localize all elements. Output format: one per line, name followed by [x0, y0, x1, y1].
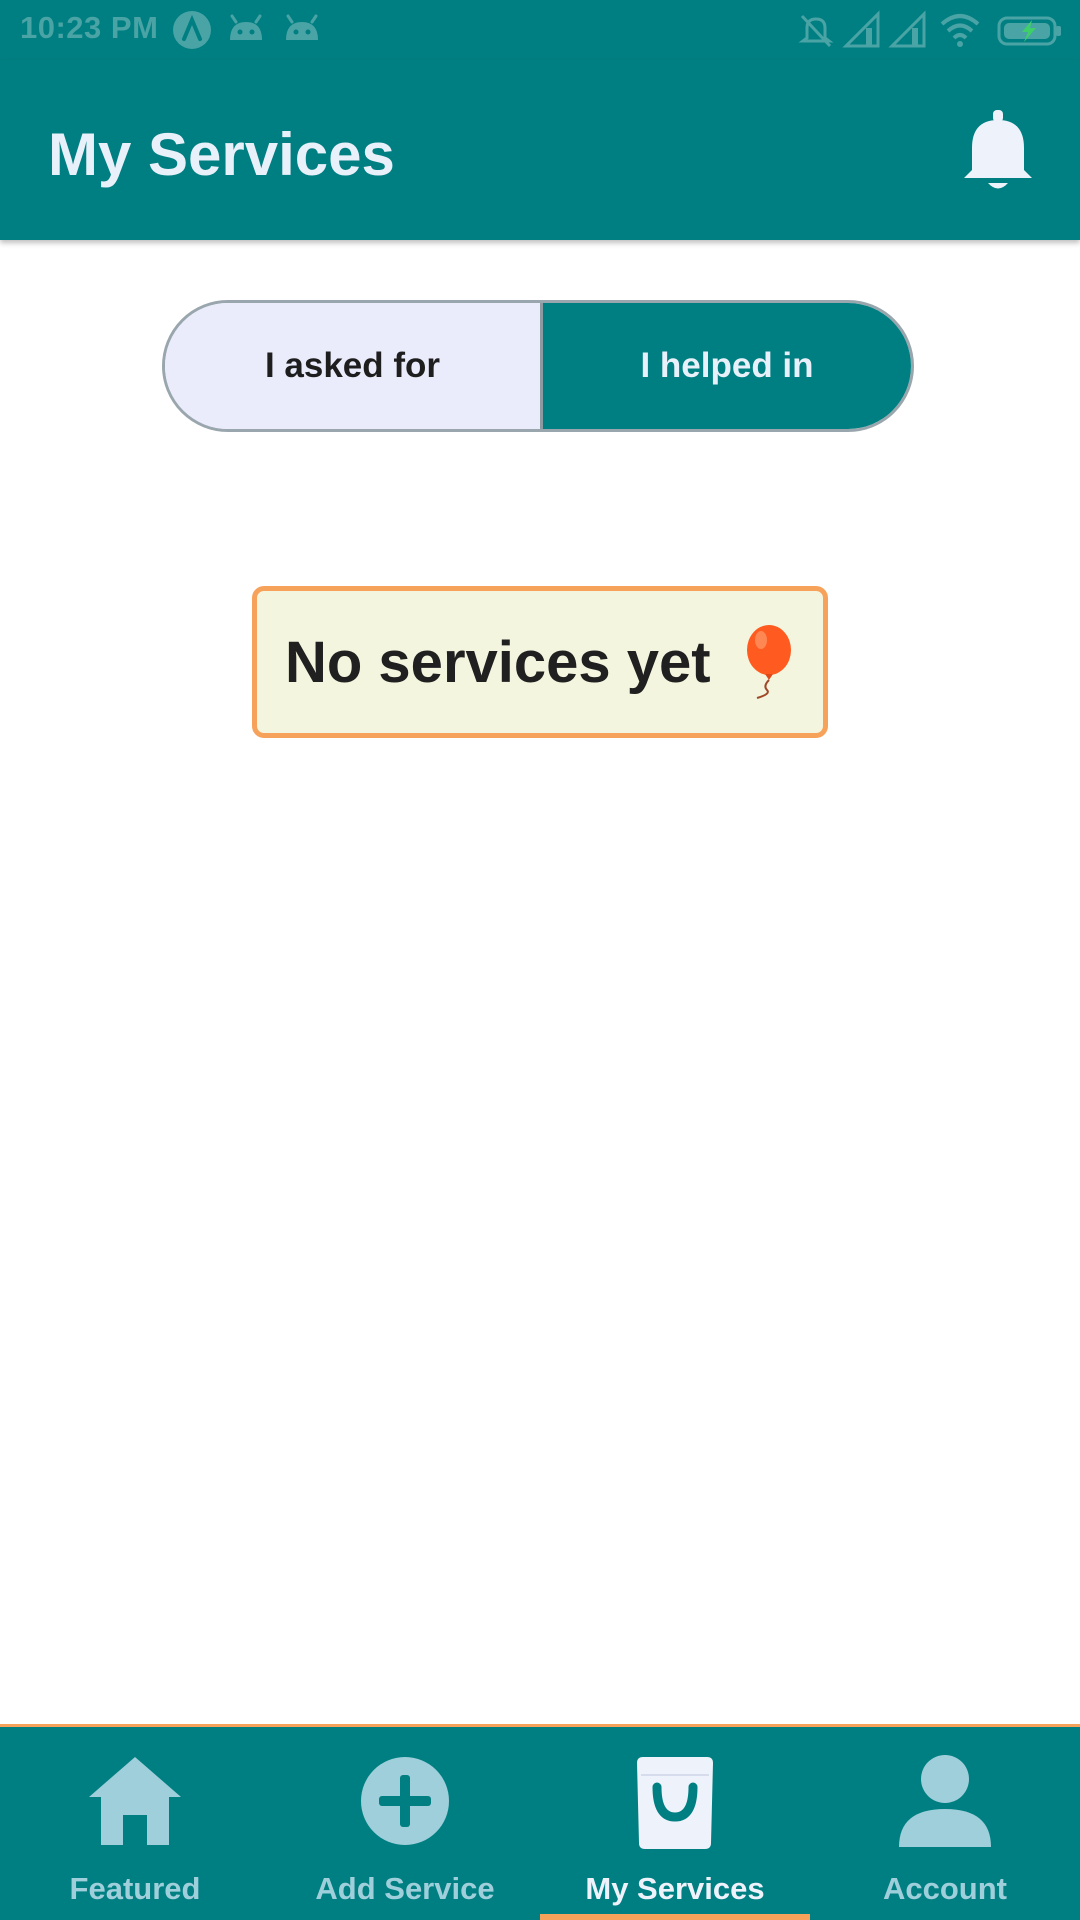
mute-bell-icon [798, 14, 834, 48]
bell-icon[interactable] [958, 104, 1038, 194]
home-icon [89, 1757, 181, 1845]
plus-circle-icon [361, 1757, 449, 1845]
app-a-icon [173, 11, 211, 49]
nav-label-add-service: Add Service [315, 1871, 495, 1906]
android-icon [286, 14, 318, 40]
app-bar: My Services [0, 60, 1080, 240]
battery-charging-icon [997, 16, 1061, 46]
person-icon [899, 1755, 991, 1847]
signal-icon [842, 10, 880, 48]
active-tab-indicator [540, 1914, 810, 1920]
nav-item-add-service[interactable]: Add Service [270, 1727, 540, 1920]
empty-state-card: No services yet [252, 586, 828, 738]
status-bar: 10:23 PM [0, 0, 1080, 60]
nav-item-featured[interactable]: Featured [0, 1727, 270, 1920]
nav-label-account: Account [883, 1871, 1007, 1906]
tab-i-helped-in[interactable]: I helped in [543, 303, 911, 429]
nav-label-my-services: My Services [585, 1871, 765, 1906]
signal-icon [888, 10, 926, 48]
shopping-bag-icon [637, 1757, 713, 1849]
empty-state-message: No services yet [285, 629, 711, 695]
nav-label-featured: Featured [69, 1871, 201, 1906]
status-time: 10:23 PM [20, 10, 159, 45]
balloon-icon [746, 625, 791, 699]
tab-i-asked-for[interactable]: I asked for [165, 303, 543, 429]
nav-item-account[interactable]: Account [810, 1727, 1080, 1920]
nav-item-my-services[interactable]: My Services [540, 1727, 810, 1920]
page-title: My Services [48, 121, 395, 188]
services-toggle: I asked for I helped in [162, 300, 914, 432]
bottom-navigation: Featured Add Service My Services Account [0, 1724, 1080, 1920]
android-icon [230, 14, 262, 40]
wifi-icon [940, 14, 980, 47]
